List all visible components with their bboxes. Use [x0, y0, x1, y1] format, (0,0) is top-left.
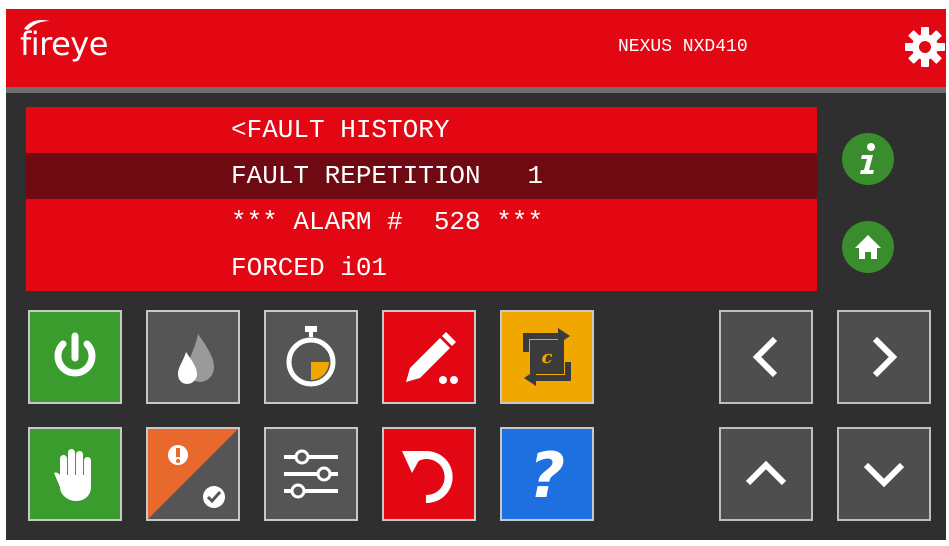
up-arrow-icon	[745, 460, 787, 486]
device-model: NEXUS NXD410	[618, 37, 748, 57]
nav-left-button[interactable]	[719, 310, 813, 404]
nav-up-button[interactable]	[719, 427, 813, 521]
home-icon	[855, 235, 881, 259]
help-button[interactable]: ?	[500, 427, 594, 521]
svg-text:c: c	[542, 347, 553, 368]
flame-button[interactable]	[146, 310, 240, 404]
timer-button[interactable]	[264, 310, 358, 404]
display-line-1[interactable]: <FAULT HISTORY	[26, 107, 817, 153]
timer-icon	[286, 326, 336, 387]
logo-flame-swoosh-icon	[24, 20, 50, 30]
edit-icon	[406, 332, 458, 384]
alarm-ack-icon	[148, 429, 238, 519]
header-divider	[6, 87, 946, 93]
down-arrow-icon	[863, 462, 905, 488]
info-button[interactable]	[842, 133, 894, 185]
left-arrow-icon	[752, 336, 778, 378]
alarm-acknowledge-button[interactable]	[146, 427, 240, 521]
cycle-c-icon: c	[523, 328, 571, 386]
nav-right-button[interactable]	[837, 310, 931, 404]
brand-logo: fireye	[20, 20, 108, 63]
info-icon	[860, 143, 875, 174]
power-icon	[54, 332, 96, 377]
settings-sliders-button[interactable]	[264, 427, 358, 521]
help-icon: ?	[529, 439, 565, 512]
gear-icon[interactable]	[904, 26, 946, 68]
cycle-button[interactable]: c	[500, 310, 594, 404]
sliders-icon	[284, 449, 338, 499]
display-line-2-selected[interactable]: FAULT REPETITION 1	[26, 153, 817, 199]
hmi-panel: fireye NEXUS NXD410 <FAULT HISTORY FAULT…	[6, 9, 946, 540]
right-arrow-icon	[872, 336, 898, 378]
display-line-3[interactable]: *** ALARM # 528 ***	[26, 199, 817, 245]
svg-text:?: ?	[529, 439, 565, 512]
hand-stop-button[interactable]	[28, 427, 122, 521]
nav-down-button[interactable]	[837, 427, 931, 521]
undo-icon	[402, 451, 453, 504]
lcd-display: <FAULT HISTORY FAULT REPETITION 1 *** AL…	[26, 107, 817, 291]
hand-stop-icon	[54, 449, 91, 501]
flame-icon	[178, 334, 214, 384]
power-button[interactable]	[28, 310, 122, 404]
header-bar: fireye NEXUS NXD410	[6, 9, 946, 87]
display-line-4[interactable]: FORCED i01	[26, 245, 817, 291]
undo-button[interactable]	[382, 427, 476, 521]
edit-button[interactable]	[382, 310, 476, 404]
home-button[interactable]	[842, 221, 894, 273]
